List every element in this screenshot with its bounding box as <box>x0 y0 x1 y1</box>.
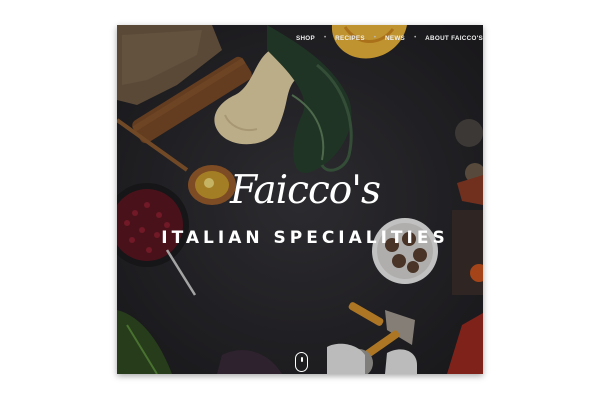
nav-link-about[interactable]: ABOUT FAICCO'S <box>425 35 483 42</box>
nav-separator: • <box>373 35 376 41</box>
top-navigation: SHOP • RECIPES • NEWS • ABOUT FAICCO'S <box>296 32 483 44</box>
nav-link-recipes[interactable]: RECIPES <box>335 35 365 42</box>
website-hero-frame: SHOP • RECIPES • NEWS • ABOUT FAICCO'S F… <box>117 25 483 374</box>
nav-separator: • <box>414 35 417 41</box>
nav-link-shop[interactable]: SHOP <box>296 35 315 42</box>
brand-logo-title: Faicco's <box>229 168 381 213</box>
nav-link-news[interactable]: NEWS <box>385 35 405 42</box>
nav-separator: • <box>324 35 327 41</box>
mouse-scroll-icon[interactable] <box>295 352 308 372</box>
brand-subtitle: ITALIAN SPECIALITIES <box>161 228 449 248</box>
mouse-wheel-indicator <box>301 357 303 362</box>
